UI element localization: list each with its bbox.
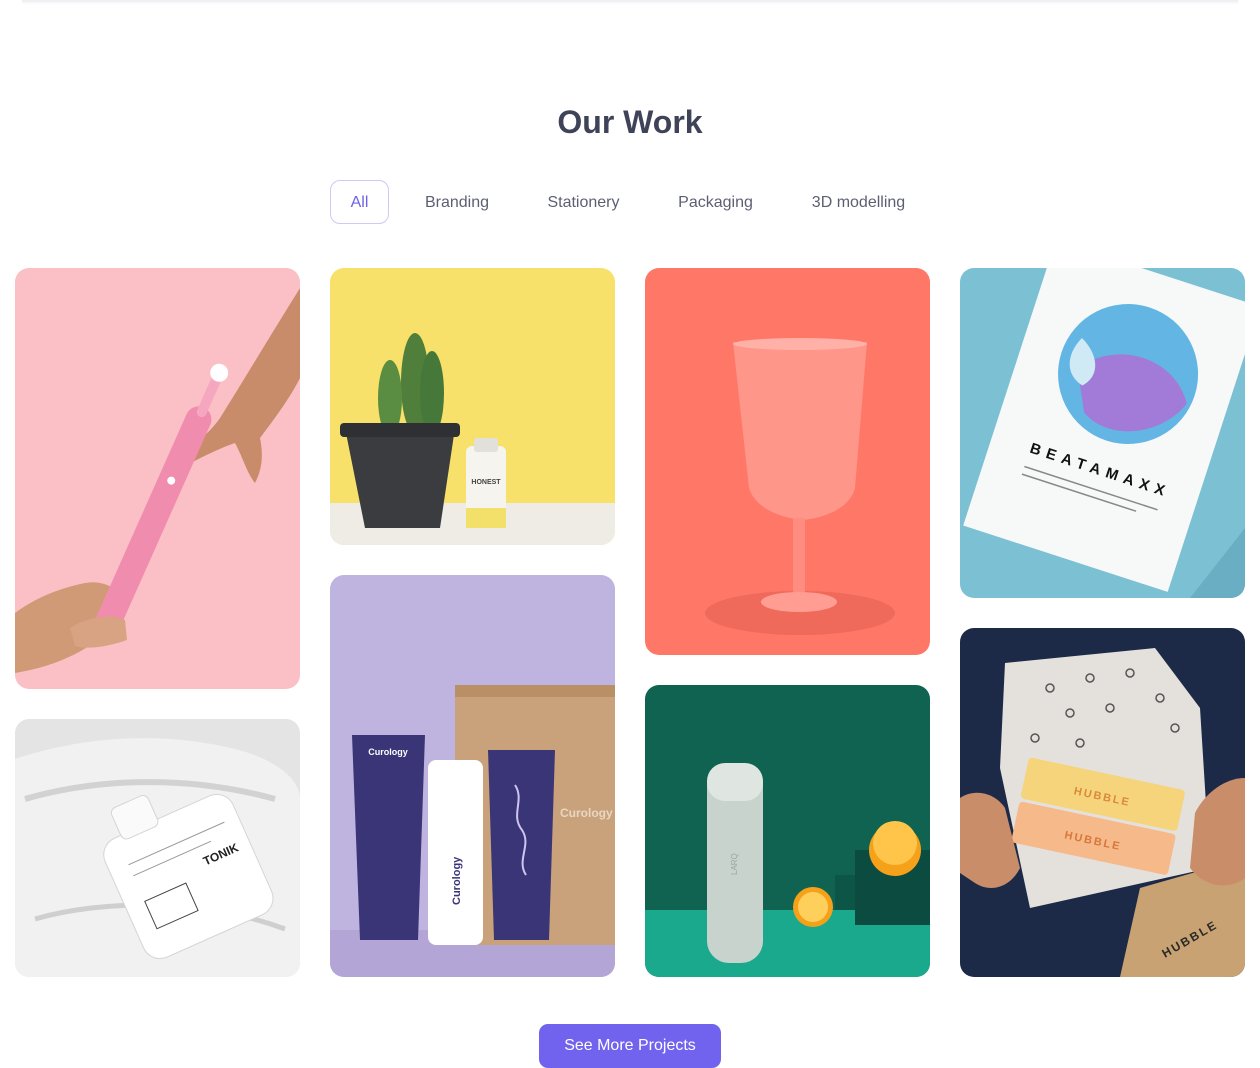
header-divider xyxy=(22,0,1238,2)
curology-tube-text: Curology xyxy=(368,747,408,757)
project-card-toothbrush[interactable] xyxy=(15,268,300,689)
beatamaxx-poster-image: BEATAMAXX xyxy=(960,268,1245,598)
filter-branding[interactable]: Branding xyxy=(413,180,501,224)
filter-all[interactable]: All xyxy=(330,180,389,224)
see-more-projects-button[interactable]: See More Projects xyxy=(539,1024,721,1068)
section-title: Our Work xyxy=(557,104,703,140)
project-card-poster[interactable]: BEATAMAXX xyxy=(960,268,1245,598)
curology-box-text: Curology xyxy=(560,806,613,820)
project-card-cactus[interactable]: HONEST xyxy=(330,268,615,545)
tonik-bottle-image: TONIK xyxy=(15,719,300,977)
project-card-bottle[interactable]: LARQ xyxy=(645,685,930,977)
filter-packaging[interactable]: Packaging xyxy=(665,180,766,224)
pink-toothbrush-image xyxy=(15,268,300,689)
filter-3d-modelling[interactable]: 3D modelling xyxy=(797,180,920,224)
project-card-hubble[interactable]: HUBBLE HUBBLE HUBBLE xyxy=(960,628,1245,977)
project-card-tonik[interactable]: TONIK xyxy=(15,719,300,977)
coral-goblet-image xyxy=(645,268,930,655)
honest-label-text: HONEST xyxy=(471,479,501,486)
larq-label-text: LARQ xyxy=(730,853,739,875)
project-card-curology[interactable]: Curology Curology Curology xyxy=(330,575,615,977)
project-card-goblet[interactable] xyxy=(645,268,930,655)
cactus-honest-image: HONEST xyxy=(330,268,615,545)
larq-bottle-image: LARQ xyxy=(645,685,930,977)
curology-tubes-image: Curology Curology Curology xyxy=(330,575,615,977)
filter-stationery[interactable]: Stationery xyxy=(533,180,634,224)
hubble-box-image: HUBBLE HUBBLE HUBBLE xyxy=(960,628,1245,977)
curology-bottle-text: Curology xyxy=(451,856,463,905)
filter-bar: All Branding Stationery Packaging 3D mod… xyxy=(0,180,1260,224)
